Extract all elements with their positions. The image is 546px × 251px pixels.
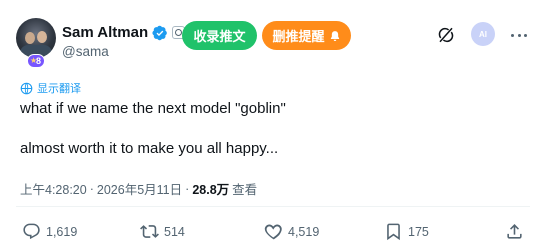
author-name-row: Sam Altman xyxy=(62,24,186,41)
tweet-time[interactable]: 上午4:28:20 xyxy=(20,179,87,198)
tweet-actions: 1,619 514 4,519 175 xyxy=(0,216,546,248)
favorite-tweet-label: 收录推文 xyxy=(193,29,246,44)
share-icon xyxy=(507,224,522,239)
reply-button[interactable]: 1,619 xyxy=(22,222,77,241)
avatar[interactable] xyxy=(16,18,56,58)
bookmark-icon xyxy=(387,223,400,241)
translate-link[interactable]: 显示翻译 xyxy=(20,80,81,96)
views-count: 28.8万 xyxy=(192,183,230,197)
favorite-tweet-button[interactable]: 收录推文 xyxy=(182,21,257,50)
tweet-line-2: almost worth it to make you all happy... xyxy=(20,140,279,157)
tweet-date[interactable]: 2026年5月11日 xyxy=(97,179,182,198)
retweet-button[interactable]: 514 xyxy=(140,222,185,241)
translate-label: 显示翻译 xyxy=(37,83,81,95)
delete-reminder-label: 删推提醒 xyxy=(272,29,325,44)
tweet-meta: 上午4:28:20 · 2026年5月11日 · 28.8万 查看 xyxy=(20,179,257,198)
verified-icon[interactable] xyxy=(152,25,168,41)
author-display-name[interactable]: Sam Altman xyxy=(62,24,148,41)
like-button[interactable]: 4,519 xyxy=(264,222,319,241)
author-handle[interactable]: @sama xyxy=(62,44,109,59)
reply-icon xyxy=(23,223,40,240)
like-count: 4,519 xyxy=(288,224,320,239)
bookmark-button[interactable]: 175 xyxy=(384,222,429,241)
translate-icon xyxy=(20,82,33,94)
level-badge: ★ 8 xyxy=(27,54,45,68)
retweet-icon xyxy=(140,225,159,238)
meta-separator: · xyxy=(89,181,94,196)
ai-icon[interactable]: AI xyxy=(471,22,495,46)
star-icon: ★ xyxy=(30,56,38,65)
delete-reminder-button[interactable]: 删推提醒 xyxy=(262,21,351,50)
tweet-line-1: what if we name the next model "goblin" xyxy=(20,100,286,117)
bookmark-count: 175 xyxy=(408,224,429,239)
divider xyxy=(16,206,530,207)
like-icon xyxy=(264,224,282,240)
retweet-count: 514 xyxy=(164,224,185,239)
meta-separator: · xyxy=(185,181,190,196)
views-label: 查看 xyxy=(232,183,258,197)
tweet-header: ★ 8 Sam Altman @sama 收录推文 删推提醒 AI xyxy=(0,0,546,78)
bell-icon xyxy=(330,30,339,41)
reply-count: 1,619 xyxy=(46,224,78,239)
grok-icon[interactable] xyxy=(437,26,455,44)
tweet-text: what if we name the next model "goblin" … xyxy=(20,99,530,159)
share-button[interactable] xyxy=(505,222,524,241)
more-icon[interactable] xyxy=(510,26,528,44)
